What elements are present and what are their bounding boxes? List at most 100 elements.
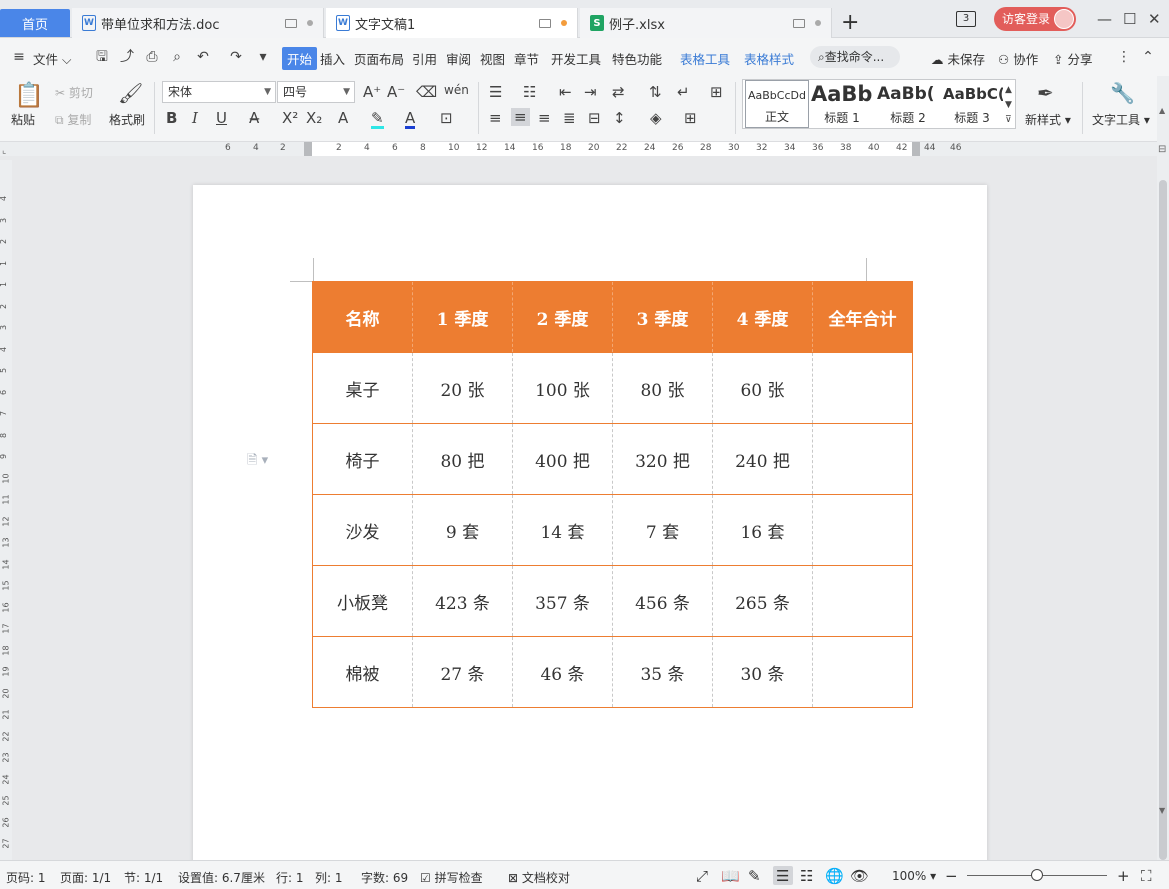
scrollbar-thumb[interactable] bbox=[1159, 180, 1167, 860]
decrease-indent-icon[interactable]: ⇤ bbox=[559, 84, 572, 100]
eye-protection-icon[interactable]: 👁 bbox=[850, 867, 869, 885]
underline-icon[interactable]: U bbox=[216, 110, 227, 126]
line-spacing-icon[interactable]: ↕ bbox=[613, 110, 626, 126]
subscript-icon[interactable]: X₂ bbox=[306, 110, 322, 126]
table-cell[interactable]: 9 套 bbox=[412, 494, 513, 566]
command-search[interactable]: ⌕查找命令... bbox=[810, 46, 900, 68]
show-marks-icon[interactable]: ↵ bbox=[677, 84, 690, 100]
tab-doc-2[interactable]: W 文字文稿1 bbox=[326, 8, 578, 38]
status-words[interactable]: 字数: 69 bbox=[361, 869, 408, 886]
menu-references[interactable]: 引用 bbox=[412, 49, 437, 68]
zoom-slider-knob[interactable] bbox=[1031, 869, 1043, 881]
table-cell[interactable]: 265 条 bbox=[712, 565, 813, 637]
table-cell[interactable]: 7 套 bbox=[612, 494, 713, 566]
borders-icon[interactable]: ⊞ bbox=[684, 110, 697, 126]
table-header-cell[interactable]: 2 季度 bbox=[512, 281, 613, 353]
status-page[interactable]: 页面: 1/1 bbox=[60, 869, 111, 886]
table-cell[interactable]: 46 条 bbox=[512, 636, 613, 708]
status-section[interactable]: 节: 1/1 bbox=[124, 869, 163, 886]
outline-view-icon[interactable]: ☷ bbox=[800, 867, 813, 885]
increase-indent-icon[interactable]: ⇥ bbox=[584, 84, 597, 100]
table-header-cell[interactable]: 4 季度 bbox=[712, 281, 813, 353]
menu-table-style[interactable]: 表格样式 bbox=[744, 49, 794, 68]
data-table[interactable]: 名称 1 季度 2 季度 3 季度 4 季度 全年合计 桌子 20 张 100 张 80 张 60… bbox=[312, 281, 913, 708]
table-cell[interactable]: 423 条 bbox=[412, 565, 513, 637]
highlight-icon[interactable]: ✎ bbox=[371, 110, 384, 129]
gallery-up-icon[interactable]: ▲ bbox=[1005, 82, 1012, 98]
shading-icon[interactable]: ◈ bbox=[650, 110, 662, 126]
maximize-icon[interactable]: ☐ bbox=[1123, 10, 1136, 28]
unsaved-button[interactable]: ☁ 未保存 bbox=[931, 49, 985, 68]
font-size-select[interactable]: 四号 ▼ bbox=[277, 81, 355, 103]
status-col[interactable]: 列: 1 bbox=[315, 869, 343, 886]
style-heading-2[interactable]: AaBb( 标题 2 bbox=[875, 80, 941, 128]
zoom-out-icon[interactable]: − bbox=[945, 867, 958, 885]
zoom-level[interactable]: 100% ▾ bbox=[892, 869, 936, 883]
tab-home[interactable]: 首页 bbox=[0, 9, 70, 37]
menu-view[interactable]: 视图 bbox=[480, 49, 505, 68]
gallery-expand-icon[interactable]: ⊽ bbox=[1005, 112, 1012, 128]
new-style-icon[interactable]: ✒ bbox=[1037, 82, 1054, 104]
table-cell[interactable] bbox=[812, 565, 913, 637]
quick-access-dropdown-icon[interactable]: ▾ bbox=[256, 50, 270, 64]
fit-page-icon[interactable]: ⛶ bbox=[1141, 867, 1152, 885]
ruler-left-margin[interactable] bbox=[304, 142, 312, 156]
menu-special[interactable]: 特色功能 bbox=[612, 49, 662, 68]
justify-icon[interactable]: ≣ bbox=[563, 110, 576, 126]
table-cell[interactable]: 14 套 bbox=[512, 494, 613, 566]
undo-icon[interactable]: ↶ bbox=[196, 50, 210, 64]
table-cell[interactable]: 240 把 bbox=[712, 423, 813, 495]
cut-button[interactable]: ✂ 剪切 bbox=[55, 84, 93, 101]
table-cell[interactable]: 357 条 bbox=[512, 565, 613, 637]
distribute-icon[interactable]: ⊟ bbox=[588, 110, 601, 126]
status-page-code[interactable]: 页码: 1 bbox=[6, 869, 46, 886]
menu-developer[interactable]: 开发工具 bbox=[551, 49, 601, 68]
tab-doc-1[interactable]: W 带单位求和方法.doc bbox=[72, 8, 324, 38]
paste-button[interactable]: 粘贴 bbox=[11, 111, 35, 128]
font-name-select[interactable]: 宋体 ▼ bbox=[162, 81, 276, 103]
table-cell[interactable]: 16 套 bbox=[712, 494, 813, 566]
table-cell[interactable]: 沙发 bbox=[312, 494, 413, 566]
split-view-icon[interactable]: ⊟ bbox=[1158, 144, 1166, 155]
table-cell[interactable]: 20 张 bbox=[412, 352, 513, 424]
print-icon[interactable]: ⎙ bbox=[145, 50, 159, 64]
table-cell[interactable]: 100 张 bbox=[512, 352, 613, 424]
monitor-icon[interactable] bbox=[285, 18, 297, 28]
menu-file[interactable]: 文件 ⌵ bbox=[33, 49, 71, 68]
text-effect-icon[interactable]: A bbox=[338, 110, 348, 126]
menu-table-tools[interactable]: 表格工具 bbox=[680, 49, 730, 68]
hamburger-icon[interactable]: ≡ bbox=[12, 50, 26, 64]
style-heading-1[interactable]: AaBb 标题 1 bbox=[809, 80, 875, 128]
page-view-icon[interactable]: ☰ bbox=[776, 867, 789, 885]
align-left-icon[interactable]: ≡ bbox=[489, 110, 502, 126]
table-cell[interactable]: 456 条 bbox=[612, 565, 713, 637]
table-cell[interactable] bbox=[812, 352, 913, 424]
phonetic-guide-icon[interactable]: wén bbox=[444, 82, 469, 98]
style-normal[interactable]: AaBbCcDd 正文 bbox=[745, 80, 809, 128]
table-cell[interactable]: 27 条 bbox=[412, 636, 513, 708]
ruler-right-margin[interactable] bbox=[912, 142, 920, 156]
table-cell[interactable] bbox=[812, 423, 913, 495]
table-cell[interactable]: 35 条 bbox=[612, 636, 713, 708]
edit-mode-icon[interactable]: ✎ bbox=[748, 867, 761, 885]
shrink-font-icon[interactable]: A⁻ bbox=[387, 84, 405, 100]
table-header-cell[interactable]: 全年合计 bbox=[812, 281, 913, 353]
format-painter-button[interactable]: 格式刷 bbox=[109, 111, 145, 128]
gallery-down-icon[interactable]: ▼ bbox=[1005, 97, 1012, 113]
grow-font-icon[interactable]: A⁺ bbox=[363, 84, 381, 100]
share-button[interactable]: ⇪ 分享 bbox=[1053, 49, 1092, 68]
table-cell[interactable]: 棉被 bbox=[312, 636, 413, 708]
sort-icon[interactable]: ⇅ bbox=[649, 84, 662, 100]
tab-xlsx[interactable]: S 例子.xlsx bbox=[580, 8, 832, 38]
bold-icon[interactable]: B bbox=[166, 110, 177, 126]
reading-mode-icon[interactable]: 📖 bbox=[721, 867, 740, 885]
collab-button[interactable]: ⚇ 协作 bbox=[998, 49, 1038, 68]
table-header-cell[interactable]: 名称 bbox=[312, 281, 413, 353]
table-cell[interactable]: 小板凳 bbox=[312, 565, 413, 637]
table-header-cell[interactable]: 3 季度 bbox=[612, 281, 713, 353]
paragraph-handle-icon[interactable]: 🗎 ▾ bbox=[247, 451, 268, 473]
spell-check-button[interactable]: ☑ 拼写检查 bbox=[420, 869, 483, 886]
more-icon[interactable]: ⋮ bbox=[1117, 50, 1131, 64]
vertical-scrollbar[interactable]: ▲ ⊟ ▼ bbox=[1157, 76, 1169, 860]
table-cell[interactable] bbox=[812, 494, 913, 566]
